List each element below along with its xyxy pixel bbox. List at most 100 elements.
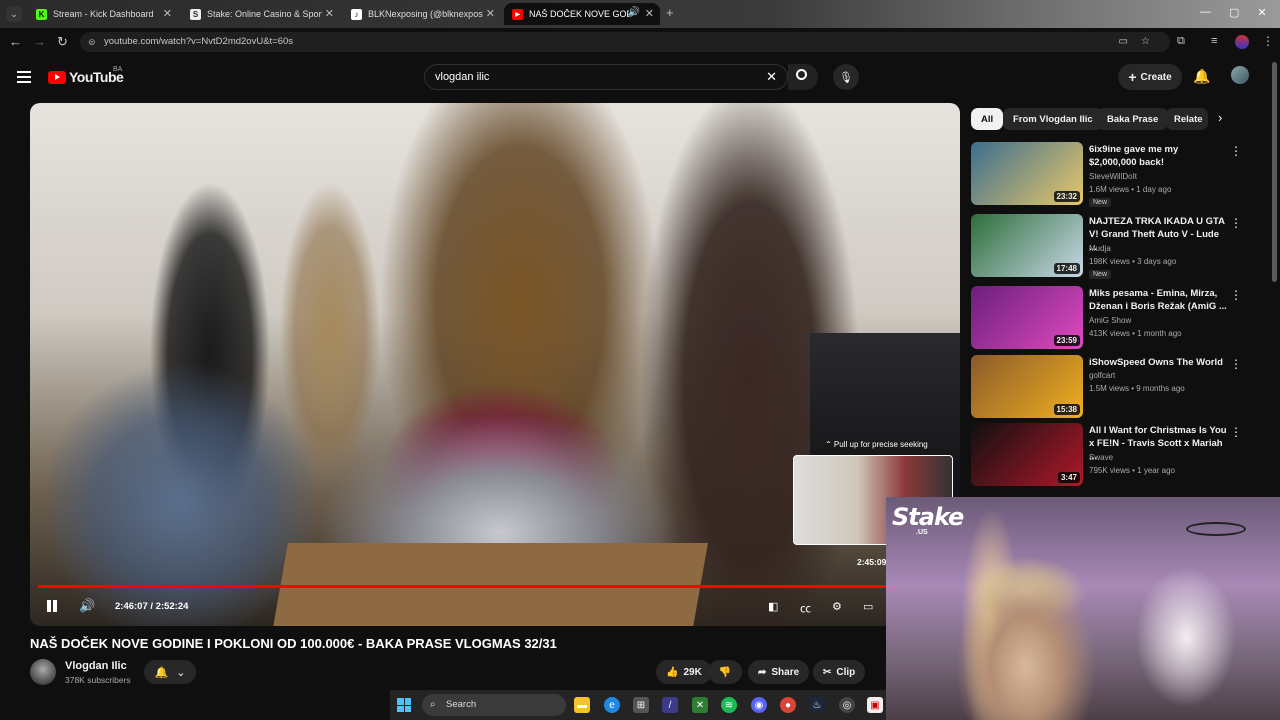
close-icon[interactable]: ✕ [325,7,334,20]
tab-kick[interactable]: K Stream - Kick Dashboard ✕ [28,3,178,25]
steam-icon[interactable]: ♨ [809,697,825,713]
dislike-button[interactable]: 👎 [708,660,742,684]
app-red-icon[interactable]: ▣ [867,697,883,713]
cast-icon[interactable]: ▭ [1119,32,1128,52]
duration-badge: 15:38 [1053,404,1080,415]
recommendation-channel[interactable]: AmiG Show [1089,316,1131,325]
chip-related[interactable]: Relate [1166,108,1208,130]
more-options-icon[interactable]: ⋮ [1230,357,1242,371]
xbox-icon[interactable]: ✕ [692,697,708,713]
file-explorer-icon[interactable]: ▬ [574,697,590,713]
chip-all[interactable]: All [971,108,1004,130]
video-thumbnail[interactable]: 17:48 [971,214,1083,277]
site-info-icon[interactable]: ⊜ [88,32,96,52]
thumbs-down-icon: 👎 [718,666,732,678]
video-thumbnail[interactable]: 15:38 [971,355,1083,418]
subscription-bell-button[interactable]: 🔔 ⌄ [144,660,196,684]
recommendation-channel[interactable]: SteveWillDoIt [1089,172,1137,181]
close-window-icon[interactable]: ✕ [1257,6,1266,19]
tab-search-button[interactable]: ⌄ [6,6,22,22]
video-thumbnail[interactable]: 3:47 [971,423,1083,486]
video-thumbnail[interactable]: 23:59 [971,286,1083,349]
subscriber-count: 378K subscribers [65,675,131,685]
chip-from-channel[interactable]: From Vlogdan Ilic [1003,108,1103,130]
maximize-icon[interactable]: ▢ [1229,6,1239,19]
clear-search-icon[interactable]: ✕ [766,65,777,89]
windows-start-icon[interactable] [397,698,411,712]
recommendation-title[interactable]: Miks pesama - Emina, Mirza, Dženan i Bor… [1089,287,1227,313]
reading-list-icon[interactable]: ≡ [1211,35,1217,47]
more-options-icon[interactable]: ⋮ [1230,288,1242,302]
minimize-icon[interactable]: — [1200,6,1211,19]
close-icon[interactable]: ✕ [486,7,495,20]
taskbar-search[interactable]: ⌕ Search [422,694,566,716]
progress-bar[interactable] [38,585,952,588]
menu-kebab-icon[interactable]: ⋮ [1262,34,1274,48]
microphone-icon: 🎙 [839,71,853,84]
more-options-icon[interactable]: ⋮ [1230,216,1242,230]
close-icon[interactable]: ✕ [645,7,654,20]
recommendation-channel[interactable]: Mudja [1089,244,1111,253]
close-icon[interactable]: ✕ [163,7,172,20]
share-button[interactable]: ➦ Share [748,660,810,684]
recommendation-item[interactable]: 17:48 NAJTEZA TRKA IKADA U GTA V! Grand … [971,214,1261,279]
video-thumbnail[interactable]: 23:32 [971,142,1083,205]
search-input[interactable]: vlogdan ilic ✕ [424,64,788,90]
hamburger-menu-icon[interactable] [17,71,31,73]
chrome-icon[interactable]: ● [780,697,796,713]
bookmark-star-icon[interactable]: ☆ [1141,32,1150,52]
recommendation-item[interactable]: 15:38 iShowSpeed Owns The World golfcart… [971,355,1261,419]
recommendation-channel[interactable]: golfcart [1089,371,1115,380]
spotify-icon[interactable]: ≋ [721,697,737,713]
video-title: NAŠ DOČEK NOVE GODINE I POKLONI OD 100.0… [30,636,557,651]
extensions-icon[interactable]: ⧉ [1177,35,1185,48]
tab-tiktok[interactable]: ♪ BLKNexposing (@blknexposing) ✕ [343,3,501,25]
page-scrollbar[interactable] [1272,62,1277,282]
tiktok-icon: ♪ [351,8,362,20]
theater-mode-icon[interactable]: ▭ [863,600,873,613]
duration-badge: 17:48 [1053,263,1080,274]
video-player[interactable]: ⌃ Pull up for precise seeking 2:45:09 🔊 … [30,103,960,626]
create-button[interactable]: + Create [1118,64,1182,90]
obs-icon[interactable]: ◎ [839,697,855,713]
account-avatar[interactable] [1231,66,1249,84]
tab-youtube[interactable]: ▶ NAŠ DOČEK NOVE GODINE 🔊 ✕ [504,3,660,25]
like-button[interactable]: 👍 29K [656,660,712,684]
app-icon[interactable]: / [662,697,678,713]
settings-gear-icon[interactable]: ⚙ [832,600,842,613]
profile-avatar[interactable] [1235,35,1249,49]
recommendation-item[interactable]: 23:59 Miks pesama - Emina, Mirza, Dženan… [971,286,1261,350]
autoplay-toggle-icon[interactable]: ◧ [768,600,778,613]
edge-icon[interactable]: e [604,697,620,713]
audio-icon[interactable]: 🔊 [628,7,640,18]
store-icon[interactable]: ⊞ [633,697,649,713]
clip-label: Clip [836,666,856,678]
chevron-right-icon[interactable]: › [1218,110,1222,125]
channel-avatar[interactable] [30,659,56,685]
notifications-bell-icon[interactable]: 🔔 [1193,68,1210,85]
forward-icon[interactable]: → [33,34,46,49]
recommendation-item[interactable]: 23:32 6ix9ine gave me my $2,000,000 back… [971,142,1261,207]
address-bar[interactable]: ⊜ youtube.com/watch?v=NvtD2md2ovU&t=60s … [80,32,1170,52]
reload-icon[interactable]: ↻ [57,34,68,50]
channel-name[interactable]: Vlogdan Ilic [65,660,127,672]
volume-icon[interactable]: 🔊 [79,598,95,614]
tab-stake[interactable]: S Stake: Online Casino & Sports ✕ [182,3,340,25]
discord-icon[interactable]: ◉ [751,697,767,713]
new-badge: New [1089,270,1112,279]
recommendation-channel[interactable]: Swave [1089,453,1113,462]
back-icon[interactable]: ← [9,34,22,49]
captions-icon[interactable]: ㏄ [800,600,811,616]
recommendation-title[interactable]: iShowSpeed Owns The World [1089,356,1227,369]
pause-icon[interactable] [46,600,58,612]
more-options-icon[interactable]: ⋮ [1230,144,1242,158]
search-icon: ⌕ [430,699,436,710]
search-button[interactable] [788,64,818,90]
recommendation-title[interactable]: 6ix9ine gave me my $2,000,000 back! [1089,143,1227,169]
chip-baka-prase[interactable]: Baka Prase [1097,108,1169,130]
new-tab-icon[interactable]: + [666,5,674,20]
more-options-icon[interactable]: ⋮ [1230,425,1242,439]
clip-button[interactable]: ✂ Clip [813,660,866,684]
recommendation-item[interactable]: 3:47 All I Want for Christmas Is You x F… [971,423,1261,487]
voice-search-button[interactable]: 🎙 [833,64,859,90]
